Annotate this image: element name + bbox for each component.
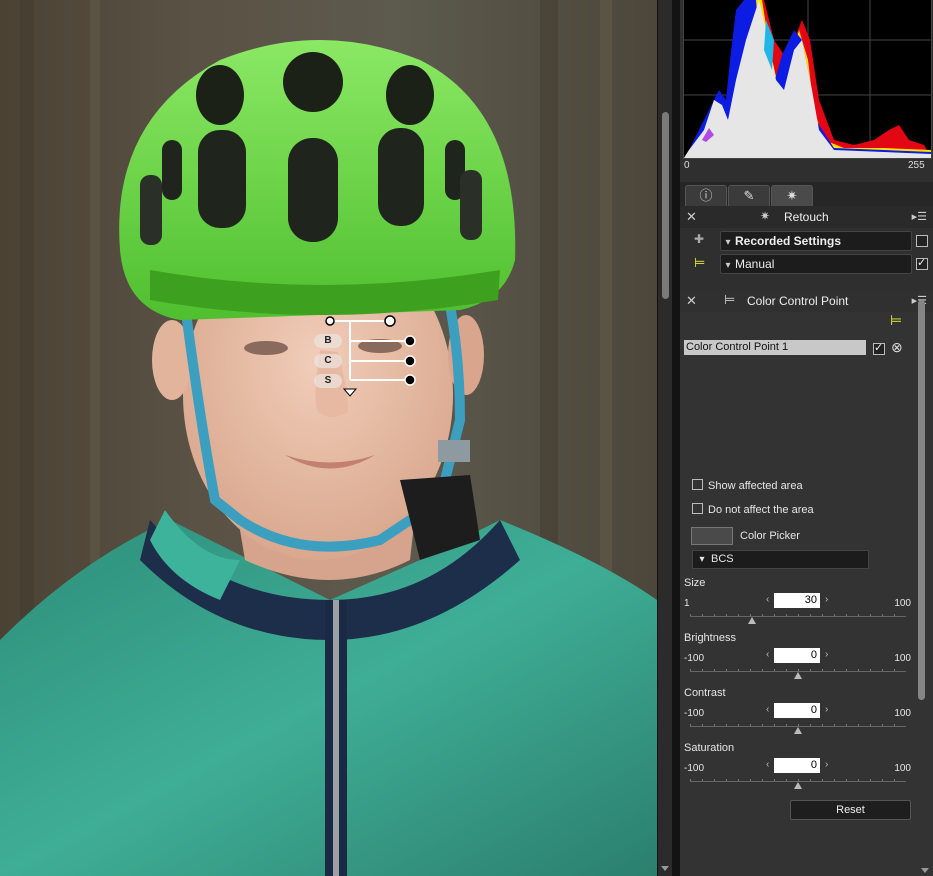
- contrast-label: Contrast: [684, 687, 726, 699]
- saturation-min: -100: [684, 763, 705, 774]
- wand-icon: ✷: [786, 188, 798, 203]
- retouch-header: ✕ ✷ Retouch ▸☰: [680, 206, 933, 228]
- tab-adjust[interactable]: ✎: [728, 185, 770, 206]
- histogram: [683, 0, 932, 159]
- ccp-item-name[interactable]: Color Control Point 1: [684, 340, 866, 355]
- brightness-slider-knob[interactable]: [794, 672, 802, 679]
- chevron-right-icon[interactable]: ›: [825, 649, 828, 660]
- brightness-label: Brightness: [684, 632, 736, 644]
- add-control-point-icon[interactable]: ⊨: [890, 312, 902, 329]
- saturation-label: Saturation: [684, 742, 735, 754]
- recorded-settings-label: Recorded Settings: [735, 234, 842, 248]
- mode-dropdown[interactable]: ▾ BCS: [692, 550, 869, 569]
- chevron-down-icon: ▾: [725, 260, 731, 271]
- delete-icon[interactable]: ⊗: [891, 339, 903, 356]
- reset-button[interactable]: Reset: [790, 800, 911, 820]
- bandage-icon: ✚: [694, 232, 705, 246]
- chevron-left-icon[interactable]: ‹: [766, 704, 769, 715]
- brightness-min: -100: [684, 653, 705, 664]
- do-not-affect-checkbox[interactable]: [692, 503, 703, 514]
- do-not-affect-option[interactable]: Do not affect the area: [692, 503, 814, 516]
- tab-info[interactable]: ⓘ: [685, 185, 727, 206]
- saturation-max: 100: [894, 763, 911, 774]
- manual-dropdown[interactable]: ▾ Manual: [720, 254, 912, 274]
- size-input[interactable]: 30: [774, 593, 820, 608]
- size-max: 100: [894, 598, 911, 609]
- contrast-max: 100: [894, 708, 911, 719]
- image-scrollbar[interactable]: [657, 0, 673, 876]
- retouch-title: Retouch: [784, 210, 829, 224]
- info-icon: ⓘ: [699, 188, 713, 203]
- wand-icon: ✷: [760, 209, 771, 223]
- recorded-settings-checkbox[interactable]: [916, 235, 928, 247]
- contrast-input[interactable]: 0: [774, 703, 820, 718]
- saturation-slider-knob[interactable]: [794, 782, 802, 789]
- ccp-header: ✕ ⊨ Color Control Point ▸☰: [680, 290, 933, 312]
- ccp-item-checkbox[interactable]: [873, 341, 885, 355]
- scroll-down-icon[interactable]: [661, 866, 669, 871]
- panel-divider[interactable]: [672, 0, 680, 876]
- photo-canvas[interactable]: B C S: [0, 0, 657, 876]
- panel-scroll-down-icon[interactable]: [920, 862, 930, 876]
- show-affected-option[interactable]: Show affected area: [692, 479, 803, 492]
- size-min: 1: [684, 598, 690, 609]
- chevron-down-icon: ▾: [699, 554, 705, 565]
- tab-retouch[interactable]: ✷: [771, 185, 813, 206]
- chevron-left-icon[interactable]: ‹: [766, 649, 769, 660]
- photo-image: [0, 0, 657, 876]
- show-affected-label: Show affected area: [708, 480, 803, 492]
- brightness-handle-label[interactable]: B: [314, 334, 342, 348]
- control-point-tree-icon: ⊨: [694, 255, 706, 270]
- chevron-right-icon[interactable]: ›: [825, 759, 828, 770]
- do-not-affect-label: Do not affect the area: [708, 504, 814, 516]
- close-icon[interactable]: ✕: [686, 293, 697, 309]
- chevron-left-icon[interactable]: ‹: [766, 759, 769, 770]
- brightness-input[interactable]: 0: [774, 648, 820, 663]
- edit-icon: ✎: [743, 188, 755, 203]
- size-slider-track[interactable]: [690, 616, 906, 617]
- show-affected-checkbox[interactable]: [692, 479, 703, 490]
- contrast-slider-knob[interactable]: [794, 727, 802, 734]
- chevron-left-icon[interactable]: ‹: [766, 594, 769, 605]
- panel-menu-icon[interactable]: ▸☰: [912, 210, 927, 223]
- histogram-graph: [684, 0, 931, 158]
- manual-checkbox[interactable]: [916, 256, 928, 270]
- manual-label: Manual: [735, 257, 775, 271]
- ccp-title: Color Control Point: [747, 294, 849, 308]
- color-picker-label: Color Picker: [740, 530, 800, 542]
- histogram-max-label: 255: [908, 160, 925, 171]
- image-scrollbar-thumb[interactable]: [662, 112, 669, 299]
- close-icon[interactable]: ✕: [686, 209, 697, 225]
- color-swatch[interactable]: [691, 527, 733, 545]
- manual-row: ⊨ ▾ Manual: [680, 253, 933, 275]
- control-point-tree-icon: ⊨: [724, 292, 736, 307]
- size-slider-knob[interactable]: [748, 617, 756, 624]
- mode-label: BCS: [711, 553, 734, 565]
- contrast-min: -100: [684, 708, 705, 719]
- chevron-down-icon: ▾: [725, 237, 731, 248]
- saturation-handle-label[interactable]: S: [314, 374, 342, 388]
- section-scrollbar[interactable]: [916, 300, 926, 700]
- recorded-settings-dropdown[interactable]: ▾ Recorded Settings: [720, 231, 912, 251]
- recorded-settings-row: ✚ ▾ Recorded Settings: [680, 230, 933, 252]
- color-control-point-section: ✕ ⊨ Color Control Point ▸☰ ⊨ Color Contr…: [680, 290, 933, 876]
- inspector-panel: 0 255 ⓘ ✎ ✷ ✕ ✷ Retouch ▸☰ ✚ ▾ Recorded S…: [680, 0, 933, 876]
- panel-tabbar: ⓘ ✎ ✷: [680, 182, 933, 206]
- section-scrollbar-thumb[interactable]: [918, 300, 925, 700]
- saturation-input[interactable]: 0: [774, 758, 820, 773]
- chevron-right-icon[interactable]: ›: [825, 704, 828, 715]
- chevron-right-icon[interactable]: ›: [825, 594, 828, 605]
- contrast-handle-label[interactable]: C: [314, 354, 342, 368]
- size-label: Size: [684, 577, 706, 589]
- brightness-max: 100: [894, 653, 911, 664]
- histogram-min-label: 0: [684, 160, 690, 171]
